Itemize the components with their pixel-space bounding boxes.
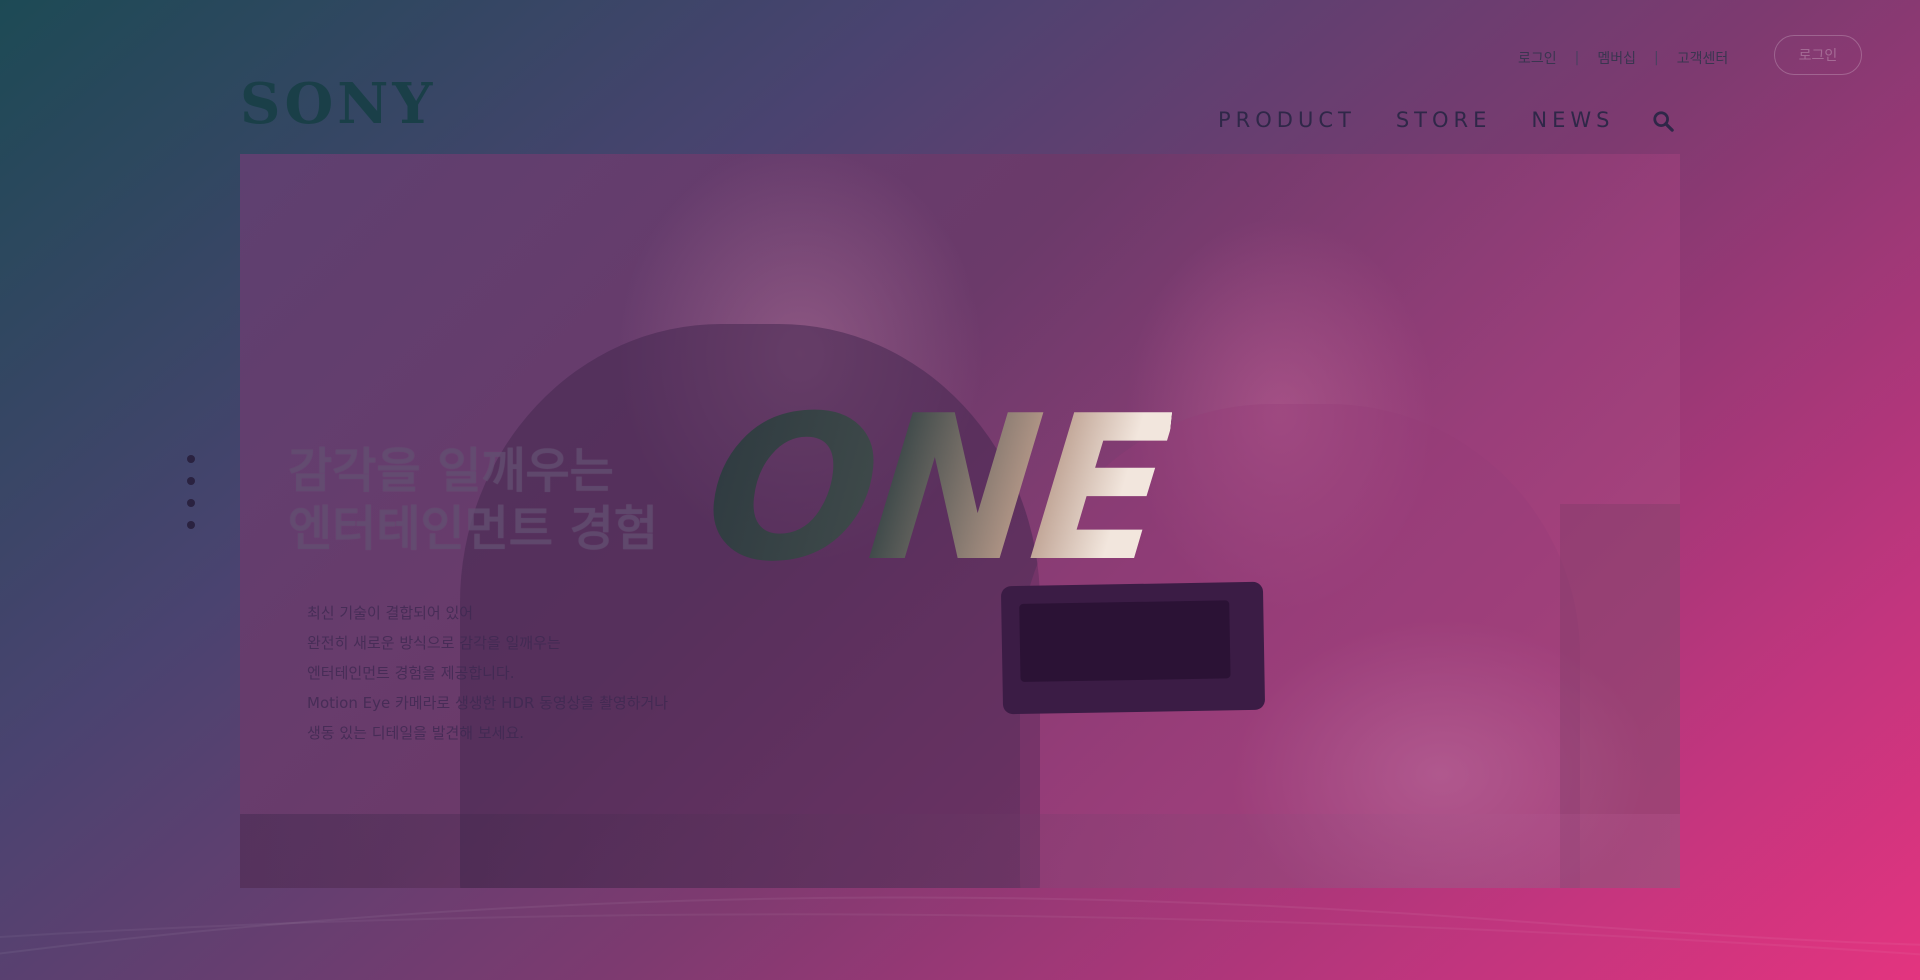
hero-body-copy: 최신 기술이 결합되어 있어 완전히 새로운 방식으로 감각을 일깨우는 엔터테… [307,598,668,748]
separator: | [1574,50,1580,66]
body-line: 생동 있는 디테일을 발견해 보세요. [307,724,525,742]
nav-item-store[interactable]: STORE [1396,108,1492,132]
hero-bottom-band [240,814,1680,888]
headline-line-2: 엔터테인먼트 경험 [288,501,658,557]
body-line: 완전히 새로운 방식으로 감각을 일깨우는 [307,634,561,652]
body-line: 최신 기술이 결합되어 있어 [307,604,474,622]
util-link-membership[interactable]: 멤버십 [1597,48,1636,68]
util-link-login[interactable]: 로그인 [1518,48,1557,68]
nav-item-news[interactable]: NEWS [1531,108,1614,132]
nav-item-product[interactable]: PRODUCT [1218,108,1356,132]
separator: | [1654,50,1659,66]
body-line: 엔터테인먼트 경험을 제공합니다. [307,664,515,682]
login-button[interactable]: 로그인 [1774,35,1862,75]
headline-line-1: 감각을 일깨우는 [288,443,614,499]
pager-dot-2[interactable] [187,477,195,485]
phone-screen [1019,600,1231,682]
pager-dot-4[interactable] [187,521,195,529]
hero-overlay-word: ONE [695,373,1177,606]
utility-links: 로그인 | 멤버십 | 고객센터 [1518,48,1728,68]
main-nav: PRODUCT STORE NEWS [1218,108,1614,132]
util-link-support[interactable]: 고객센터 [1677,48,1729,68]
search-icon[interactable] [1652,110,1674,132]
sony-logo[interactable]: SONY [240,76,436,132]
body-line: Motion Eye 카메라로 생생한 HDR 동영상을 촬영하거나 [307,694,669,712]
pager-dot-1[interactable] [187,455,195,463]
pager-dot-3[interactable] [187,499,195,507]
slide-pager [187,455,195,529]
hero-headline: 감각을 일깨우는 엔터테인먼트 경험 [288,442,658,558]
